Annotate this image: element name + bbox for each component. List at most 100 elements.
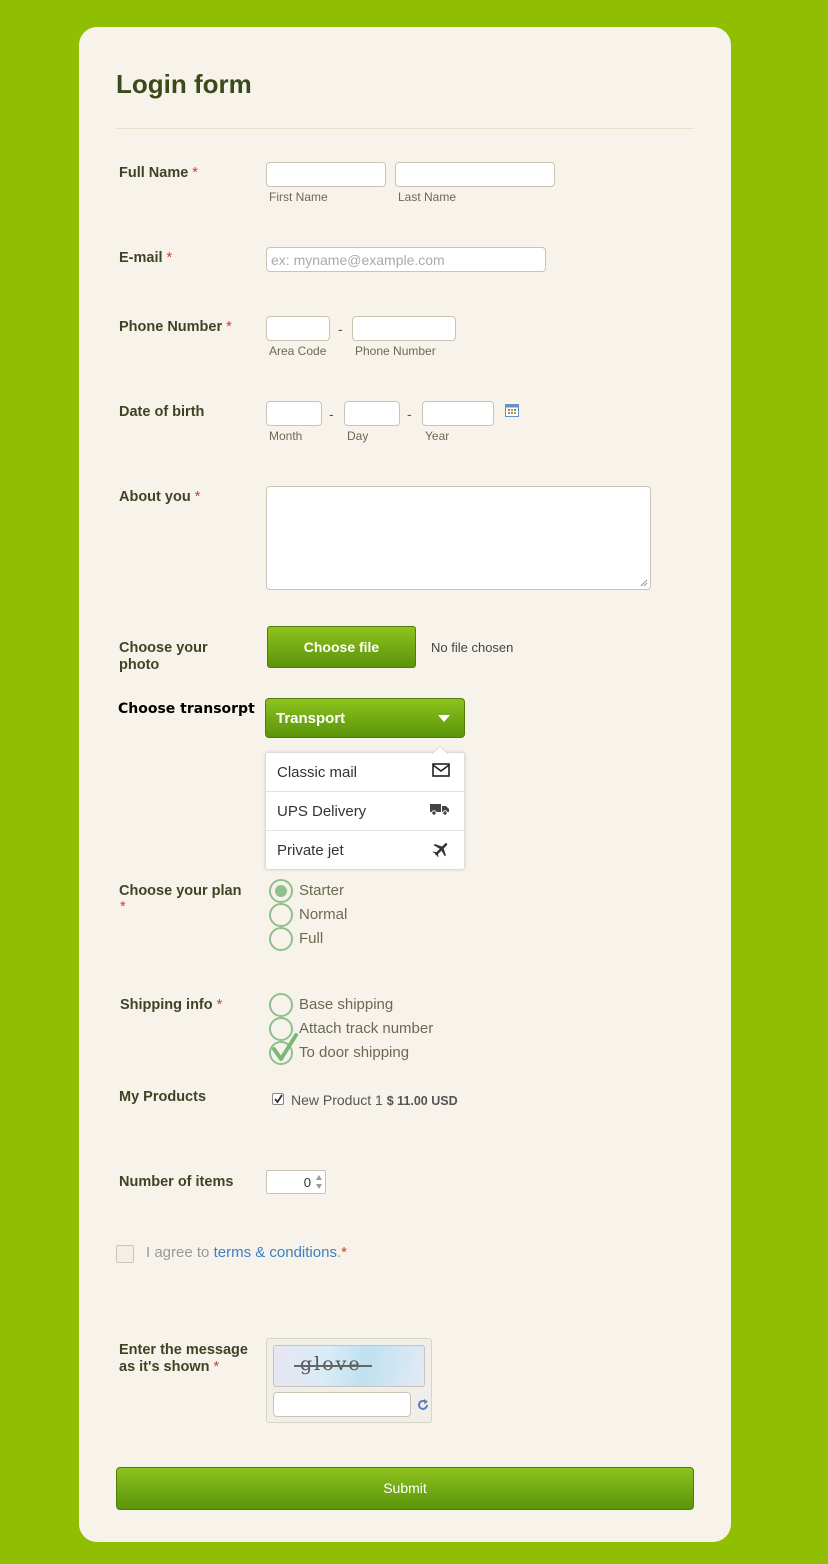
- required-marker: *: [216, 997, 223, 1013]
- transport-dropdown-button[interactable]: Transport: [265, 698, 465, 738]
- menu-item-classic-mail[interactable]: Classic mail: [266, 753, 464, 792]
- chevron-down-icon: [438, 715, 450, 722]
- quantity-stepper[interactable]: 0: [266, 1170, 326, 1194]
- menu-item-label: Classic mail: [277, 764, 358, 781]
- menu-item-label: Private jet: [277, 842, 344, 859]
- menu-item-label: UPS Delivery: [277, 803, 367, 820]
- menu-item-private-jet[interactable]: Private jet: [266, 831, 464, 870]
- checkmark-icon: [274, 1094, 283, 1104]
- dob-separator: -: [407, 406, 412, 422]
- resize-handle-icon[interactable]: [640, 579, 648, 587]
- quantity-value: 0: [303, 1175, 311, 1190]
- captcha-box: glove: [266, 1338, 432, 1423]
- first-name-caption: First Name: [269, 190, 328, 204]
- terms-link[interactable]: terms & conditions: [214, 1244, 337, 1261]
- shipping-label: Shipping info *: [120, 997, 222, 1014]
- checkmark-icon: [272, 1033, 298, 1061]
- stepper-arrows-icon[interactable]: [315, 1174, 323, 1190]
- truck-icon: [430, 804, 449, 816]
- plan-required-marker: *: [120, 899, 126, 916]
- dob-day-caption: Day: [347, 429, 369, 443]
- required-marker: *: [120, 899, 126, 915]
- form-title: Login form: [116, 69, 252, 99]
- full-name-label-text: Full Name: [119, 165, 189, 181]
- transport-label: Choose transorpt: [118, 701, 255, 717]
- dob-label: Date of birth: [119, 404, 205, 420]
- shipping-option-label: Base shipping: [299, 996, 394, 1013]
- phone-label-text: Phone Number: [119, 319, 223, 335]
- product-checkbox[interactable]: [272, 1093, 284, 1105]
- plan-radio-full[interactable]: [269, 927, 293, 951]
- captcha-label-line2: as it's shown *: [119, 1359, 248, 1376]
- captcha-strike: [294, 1365, 372, 1367]
- product-item: New Product 1 $ 11.00 USD: [291, 1092, 458, 1108]
- dob-year-input[interactable]: [422, 401, 494, 426]
- terms-checkbox[interactable]: [116, 1245, 134, 1263]
- plan-label: Choose your plan: [119, 883, 242, 899]
- submit-button[interactable]: Submit: [116, 1467, 694, 1510]
- shipping-label-text: Shipping info: [120, 997, 213, 1013]
- captcha-label: Enter the message as it's shown *: [119, 1342, 248, 1376]
- dob-month-caption: Month: [269, 429, 303, 443]
- photo-label: Choose your photo: [119, 640, 208, 673]
- plan-radio-starter[interactable]: [269, 879, 293, 903]
- transport-button-label: Transport: [276, 710, 346, 727]
- email-label-text: E-mail: [119, 250, 163, 266]
- terms-text: I agree to terms & conditions.*: [146, 1244, 347, 1261]
- area-code-caption: Area Code: [269, 344, 327, 358]
- first-name-input[interactable]: [266, 162, 386, 187]
- phone-label: Phone Number *: [119, 319, 232, 336]
- plane-icon: [432, 843, 448, 858]
- plan-option-label: Full: [299, 930, 324, 947]
- phone-number-input[interactable]: [352, 316, 456, 341]
- dob-year-caption: Year: [425, 429, 450, 443]
- dob-separator: -: [329, 406, 334, 422]
- items-count-label: Number of items: [119, 1174, 234, 1190]
- email-placeholder: ex: myname@example.com: [271, 252, 445, 268]
- about-textarea[interactable]: [266, 486, 651, 590]
- about-label-text: About you: [119, 489, 191, 505]
- form-card: Login form Full Name * First Name Last Na…: [79, 27, 731, 1542]
- plan-option-label: Starter: [299, 882, 345, 899]
- shipping-checkbox-door[interactable]: [269, 1033, 298, 1065]
- product-price: $ 11.00 USD: [386, 1094, 458, 1108]
- about-label: About you *: [119, 489, 200, 506]
- captcha-image: glove: [273, 1345, 425, 1387]
- captcha-label-line1: Enter the message: [119, 1342, 248, 1358]
- required-marker: *: [213, 1359, 220, 1375]
- phone-number-caption: Phone Number: [355, 344, 436, 358]
- dob-day-input[interactable]: [344, 401, 400, 426]
- captcha-word: glove: [300, 1353, 362, 1375]
- product-name: New Product 1: [291, 1092, 383, 1108]
- shipping-option-label: Attach track number: [299, 1020, 434, 1037]
- plan-option-label: Normal: [299, 906, 348, 923]
- refresh-icon[interactable]: [416, 1398, 430, 1412]
- shipping-checkbox-base[interactable]: [269, 993, 293, 1017]
- required-marker: *: [192, 165, 198, 181]
- captcha-input[interactable]: [273, 1392, 411, 1417]
- terms-prefix: I agree to: [146, 1244, 210, 1261]
- email-field[interactable]: ex: myname@example.com: [266, 247, 546, 272]
- calendar-icon[interactable]: [505, 404, 519, 422]
- file-status: No file chosen: [431, 640, 514, 655]
- required-marker: *: [194, 489, 201, 505]
- required-marker: *: [341, 1244, 347, 1261]
- full-name-label: Full Name *: [119, 165, 198, 182]
- last-name-caption: Last Name: [398, 190, 457, 204]
- area-code-input[interactable]: [266, 316, 330, 341]
- menu-item-ups-delivery[interactable]: UPS Delivery: [266, 792, 464, 831]
- transport-menu: Classic mail UPS Delivery Private jet: [265, 745, 465, 870]
- required-marker: *: [226, 319, 232, 335]
- choose-file-button[interactable]: Choose file: [267, 626, 416, 668]
- envelope-icon: [432, 763, 450, 777]
- phone-separator: -: [338, 321, 343, 337]
- email-label: E-mail *: [119, 250, 172, 267]
- plan-radio-normal[interactable]: [269, 903, 293, 927]
- radio-selected-dot: [275, 885, 287, 897]
- dob-month-input[interactable]: [266, 401, 322, 426]
- last-name-input[interactable]: [395, 162, 555, 187]
- shipping-option-label: To door shipping: [299, 1044, 410, 1061]
- title-divider: [116, 128, 694, 129]
- required-marker: *: [166, 250, 173, 266]
- captcha-label-line2-text: as it's shown: [119, 1359, 210, 1375]
